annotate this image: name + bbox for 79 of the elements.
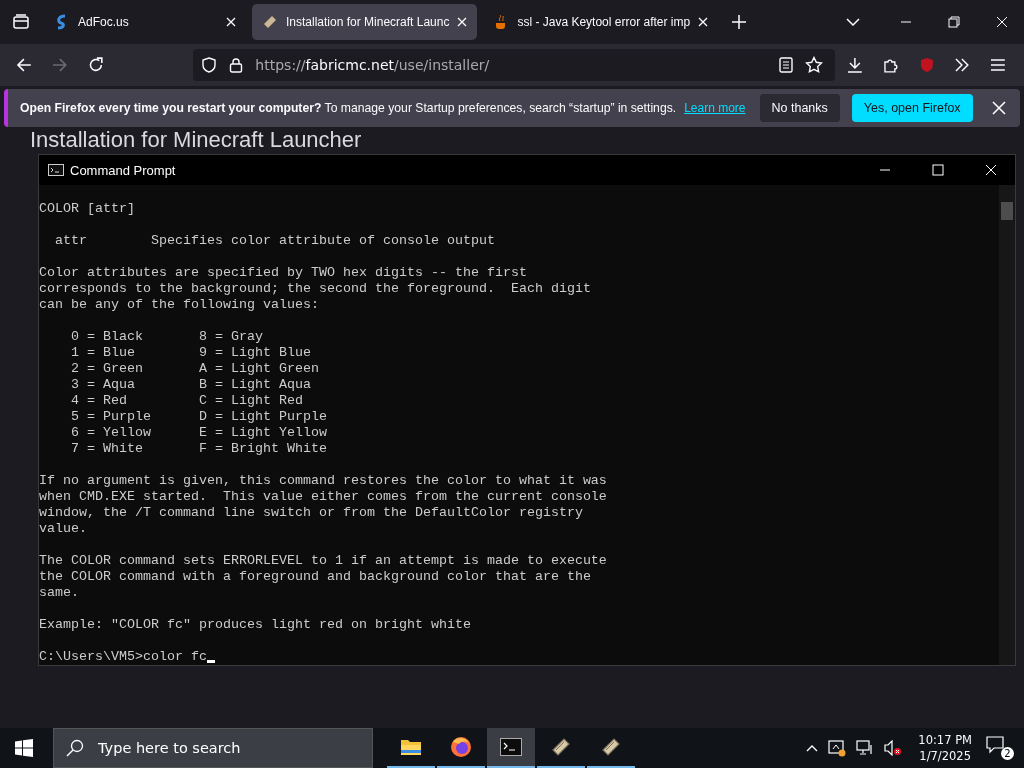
close-icon[interactable] — [698, 17, 709, 27]
text-cursor — [206, 660, 215, 663]
console-line: corresponds to the background; the second the foreground. Each digit — [39, 281, 592, 297]
console-line: 1 = Blue 9 = Light Blue — [70, 345, 312, 361]
clock-time[interactable]: 10:17 PM — [918, 732, 972, 748]
browser-tab[interactable]: AdFoc.us — [44, 4, 246, 40]
restore-icon[interactable] — [948, 16, 960, 28]
chevron-down-icon[interactable] — [846, 18, 860, 26]
puzzle-icon[interactable] — [882, 57, 899, 73]
window-title: Command Prompt — [70, 162, 176, 178]
windows-logo-icon[interactable] — [15, 739, 33, 757]
address-bar[interactable]: https://fabricmc.net/use/installer/ — [193, 49, 836, 81]
page-heading: Installation for Minecraft Launcher — [30, 127, 363, 153]
security-icon[interactable] — [828, 739, 847, 757]
console-line: attr Specifies color attribute of console output — [54, 233, 496, 249]
console-prompt: C:\Users\VM5>color fc — [39, 649, 207, 665]
confirm-button[interactable]: Yes, open Firefox — [851, 94, 973, 122]
lock-icon — [229, 57, 244, 73]
browser-tab[interactable]: ssl - Java Keytool error after imp — [483, 4, 719, 40]
search-placeholder: Type here to search — [98, 740, 241, 756]
terminal-icon — [500, 738, 522, 756]
console-line: Color attributes are specified by TWO hex digits -- the first — [39, 265, 528, 281]
dismiss-button[interactable]: No thanks — [759, 94, 840, 122]
folder-icon — [400, 738, 422, 756]
search-field[interactable]: Type here to search — [53, 728, 373, 768]
console-line: when CMD.EXE started. This value either comes from the current console — [39, 489, 608, 505]
learn-more-link[interactable]: Learn more — [684, 101, 746, 115]
back-icon[interactable] — [16, 57, 32, 73]
close-icon[interactable] — [985, 164, 997, 176]
console-line: 3 = Aqua B = Light Aqua — [70, 377, 312, 393]
download-icon[interactable] — [847, 57, 863, 73]
network-icon[interactable] — [856, 740, 875, 756]
tab-title: ssl - Java Keytool error after imp — [517, 15, 691, 29]
reader-view-icon[interactable] — [779, 57, 794, 73]
notification-message: Open Firefox every time you restart your computer? To manage your Startup preferences, search “startup” in settings. — [20, 101, 677, 115]
close-icon[interactable] — [226, 17, 236, 27]
console-line: window, the /T command line switch or from the DefaultColor registry — [39, 505, 584, 521]
taskbar-app[interactable] — [487, 728, 535, 768]
site-icon — [262, 14, 278, 30]
console-line: same. — [39, 585, 80, 601]
scrollbar[interactable] — [999, 185, 1015, 665]
console-line: 4 = Red C = Light Red — [70, 393, 304, 409]
speaker-muted-icon[interactable] — [884, 740, 903, 756]
console-line: 7 = White F = Bright White — [70, 441, 328, 457]
url-text: https://fabricmc.net/use/installer/ — [255, 57, 490, 73]
chevrons-icon[interactable] — [954, 58, 971, 72]
browser-tab[interactable]: Installation for Minecraft Launc — [252, 4, 478, 40]
console-line: 6 = Yellow E = Light Yellow — [70, 425, 328, 441]
tab-list-icon[interactable] — [12, 13, 30, 31]
scroll-icon — [550, 736, 572, 758]
star-icon[interactable] — [805, 56, 824, 74]
console-line: value. — [39, 521, 88, 537]
console-line: Example: "COLOR fc" produces light red on bright white — [39, 617, 472, 633]
reload-icon[interactable] — [87, 57, 104, 73]
shield-icon — [201, 57, 218, 73]
terminal-icon — [48, 164, 64, 176]
maximize-icon[interactable] — [932, 164, 944, 176]
browser-icon — [450, 736, 472, 758]
close-icon[interactable] — [457, 17, 468, 27]
console-line: 0 = Black 8 = Gray — [70, 329, 264, 345]
menu-icon[interactable] — [990, 58, 1006, 72]
close-icon[interactable] — [992, 101, 1006, 115]
tab-title: Installation for Minecraft Launc — [286, 15, 450, 29]
console-line: COLOR [attr] — [39, 201, 136, 217]
console-line: 2 = Green A = Light Green — [70, 361, 320, 377]
console-line: If no argument is given, this command restores the color to what it was — [39, 473, 608, 489]
notification-count: 2 — [1001, 747, 1014, 760]
scrollbar-thumb[interactable] — [1001, 202, 1013, 220]
console-line: 5 = Purple D = Light Purple — [70, 409, 328, 425]
scroll-icon — [600, 736, 622, 758]
console-line: can be any of the following values: — [39, 297, 320, 313]
console-line: the COLOR command with a foreground and background color that are the — [39, 569, 592, 585]
close-icon[interactable] — [996, 16, 1008, 28]
new-tab-icon[interactable] — [732, 15, 747, 29]
tab-title: AdFoc.us — [78, 15, 130, 29]
chevron-up-icon[interactable] — [806, 744, 819, 752]
clock-date[interactable]: 1/7/2025 — [919, 748, 971, 764]
console-line: The COLOR command sets ERRORLEVEL to 1 if an attempt is made to execute — [39, 553, 608, 569]
search-icon — [66, 739, 84, 757]
